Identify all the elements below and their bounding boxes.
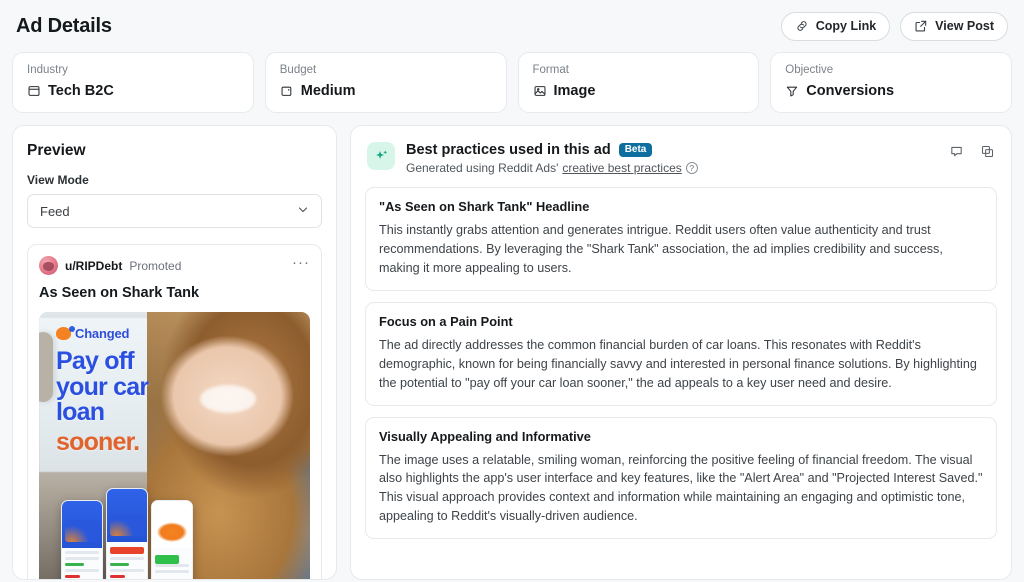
best-practices-subtitle-prefix: Generated using Reddit Ads' xyxy=(406,161,558,175)
post-overflow-menu-icon[interactable]: ··· xyxy=(292,258,310,273)
squirrel-logo-icon xyxy=(56,327,71,340)
best-practice-card: Visually Appealing and Informative The i… xyxy=(365,417,997,540)
main-content: Preview View Mode Feed u/RIPDebt Promote… xyxy=(12,125,1012,580)
chevron-down-icon xyxy=(296,203,310,220)
page-title: Ad Details xyxy=(16,15,112,38)
post-header: u/RIPDebt Promoted ··· xyxy=(39,256,310,275)
creative-car-pillar xyxy=(39,332,53,402)
meta-label-industry: Industry xyxy=(27,64,239,78)
best-practice-body: This instantly grabs attention and gener… xyxy=(379,221,983,278)
meta-value-industry-wrap: Tech B2C xyxy=(27,83,239,100)
help-icon[interactable]: ? xyxy=(686,162,698,174)
meta-card-format: Format Image xyxy=(518,52,760,113)
creative-best-practices-link[interactable]: creative best practices xyxy=(562,161,681,175)
meta-value-format: Image xyxy=(554,83,596,100)
best-practice-body: The ad directly addresses the common fin… xyxy=(379,336,983,393)
best-practice-title: Focus on a Pain Point xyxy=(379,314,983,329)
best-practice-card: "As Seen on Shark Tank" Headline This in… xyxy=(365,187,997,291)
link-icon xyxy=(795,19,809,33)
best-practices-title: Best practices used in this ad xyxy=(406,142,611,158)
creative-headline-line-4: sooner. xyxy=(56,430,148,456)
preview-title: Preview xyxy=(27,142,322,160)
post-headline: As Seen on Shark Tank xyxy=(39,285,310,301)
ad-preview-post: u/RIPDebt Promoted ··· As Seen on Shark … xyxy=(27,244,322,580)
view-post-label: View Post xyxy=(935,19,994,33)
best-practice-card: Focus on a Pain Point The ad directly ad… xyxy=(365,302,997,406)
phone-mockup-right xyxy=(151,500,193,580)
creative-headline-line-2: your car xyxy=(56,373,148,401)
view-mode-select[interactable]: Feed xyxy=(27,194,322,228)
image-icon xyxy=(533,84,547,98)
best-practices-header: Best practices used in this ad Beta Gene… xyxy=(365,140,997,175)
preview-panel: Preview View Mode Feed u/RIPDebt Promote… xyxy=(12,125,337,580)
browser-window-icon xyxy=(27,84,41,98)
creative-headline-line-1: Pay off xyxy=(56,347,134,375)
meta-value-objective-wrap: Conversions xyxy=(785,83,997,100)
best-practice-body: The image uses a relatable, smiling woma… xyxy=(379,451,983,527)
ad-meta-row: Industry Tech B2C Budget xyxy=(12,52,1012,125)
view-mode-label: View Mode xyxy=(27,173,322,187)
header-actions: Copy Link View Post xyxy=(781,12,1008,41)
phone-mockup-center xyxy=(106,488,148,580)
post-username[interactable]: u/RIPDebt xyxy=(65,259,122,273)
creative-brand-logo: Changed xyxy=(56,326,129,341)
funnel-icon xyxy=(785,84,799,98)
post-promoted-label: Promoted xyxy=(129,259,181,273)
creative-brand-name: Changed xyxy=(75,326,129,341)
meta-label-objective: Objective xyxy=(785,64,997,78)
copy-link-label: Copy Link xyxy=(816,19,876,33)
avatar xyxy=(39,256,58,275)
meta-value-budget-wrap: Medium xyxy=(280,83,492,100)
meta-label-budget: Budget xyxy=(280,64,492,78)
meta-value-industry: Tech B2C xyxy=(48,83,114,100)
best-practices-title-line: Best practices used in this ad Beta xyxy=(406,142,938,158)
external-link-icon xyxy=(914,19,928,33)
status-badge-beta: Beta xyxy=(619,143,653,158)
best-practice-title: Visually Appealing and Informative xyxy=(379,429,983,444)
best-practices-header-text: Best practices used in this ad Beta Gene… xyxy=(406,142,938,175)
meta-card-industry: Industry Tech B2C xyxy=(12,52,254,113)
copy-link-button[interactable]: Copy Link xyxy=(781,12,890,41)
wallet-icon xyxy=(280,84,294,98)
creative-headline-line-3: loan xyxy=(56,398,104,426)
best-practice-title: "As Seen on Shark Tank" Headline xyxy=(379,199,983,214)
view-mode-value: Feed xyxy=(40,204,70,219)
creative-headline-text: Pay off your car loan sooner. xyxy=(56,349,148,455)
best-practices-header-icons xyxy=(949,142,995,164)
meta-card-budget: Budget Medium xyxy=(265,52,507,113)
meta-card-objective: Objective Conversions xyxy=(770,52,1012,113)
view-post-button[interactable]: View Post xyxy=(900,12,1008,41)
meta-value-budget: Medium xyxy=(301,83,356,100)
ad-creative-image[interactable]: Changed Pay off your car loan sooner. xyxy=(39,312,310,580)
feedback-icon[interactable] xyxy=(949,144,964,164)
creative-phone-mockups xyxy=(61,488,193,580)
phone-mockup-left xyxy=(61,500,103,580)
meta-value-objective: Conversions xyxy=(806,83,894,100)
sparkle-icon xyxy=(367,142,395,170)
page-header: Ad Details Copy Link xyxy=(12,0,1012,52)
meta-value-format-wrap: Image xyxy=(533,83,745,100)
best-practices-subtitle: Generated using Reddit Ads' creative bes… xyxy=(406,161,938,175)
ad-details-page: Ad Details Copy Link xyxy=(0,0,1024,582)
meta-label-format: Format xyxy=(533,64,745,78)
best-practices-panel: Best practices used in this ad Beta Gene… xyxy=(350,125,1012,580)
best-practices-list: "As Seen on Shark Tank" Headline This in… xyxy=(365,187,997,539)
copy-icon[interactable] xyxy=(980,144,995,164)
